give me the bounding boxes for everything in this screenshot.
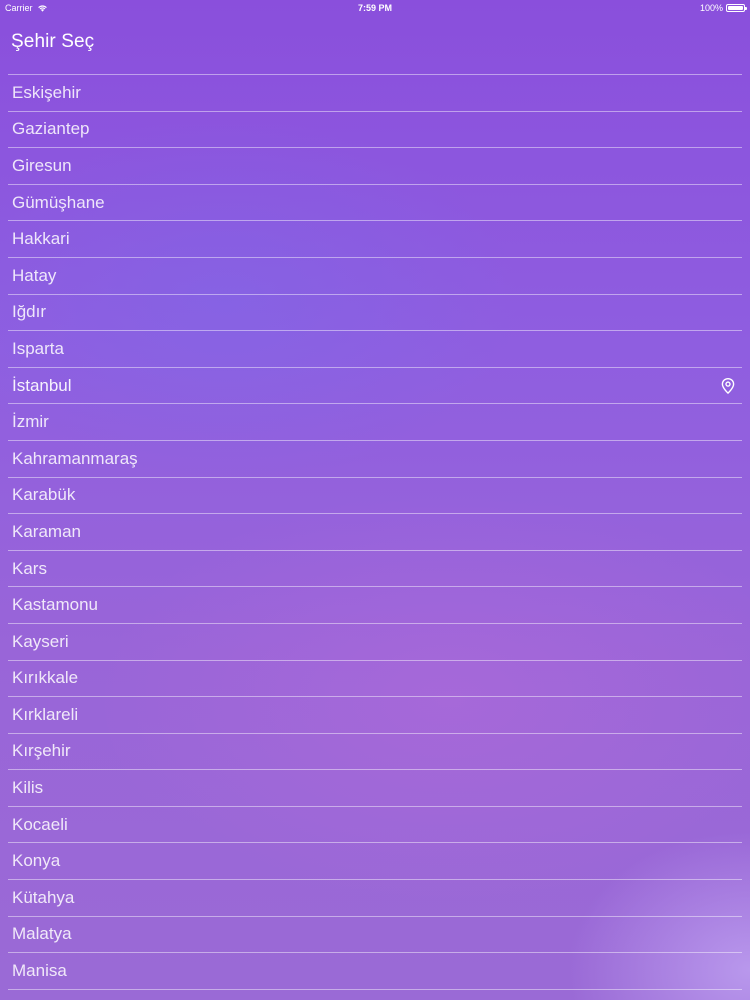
city-row[interactable]: Iğdır [8, 295, 742, 332]
city-row[interactable]: İzmir [8, 404, 742, 441]
city-row[interactable]: Kocaeli [8, 807, 742, 844]
battery-percent: 100% [699, 3, 723, 13]
city-name: Karabük [12, 485, 76, 505]
city-name: Manisa [12, 961, 67, 981]
city-row[interactable]: Kars [8, 551, 742, 588]
status-right: 100% [699, 0, 747, 16]
city-name: Kayseri [12, 631, 69, 651]
city-name: Kocaeli [12, 814, 68, 834]
status-time: 7:59 PM [357, 3, 392, 13]
city-row[interactable]: Kırşehir [8, 734, 742, 771]
city-row[interactable]: Kırıkkale [8, 661, 742, 698]
city-name: Kırklareli [12, 704, 79, 724]
city-row[interactable]: Hatay [8, 258, 742, 295]
city-name: Gümüşhane [12, 192, 105, 212]
city-row[interactable]: İstanbul [8, 368, 742, 405]
battery-icon [726, 4, 747, 12]
status-bar: Carrier 7:59 PM 100% [0, 0, 750, 16]
city-row[interactable]: Eskişehir [8, 75, 742, 112]
city-name: Eskişehir [12, 82, 81, 102]
city-row[interactable]: Kilis [8, 770, 742, 807]
city-name: Kırşehir [12, 741, 71, 761]
city-name: Karaman [12, 521, 81, 541]
city-name: Kilis [12, 778, 44, 798]
location-pin-icon [721, 377, 735, 394]
city-name: Isparta [12, 338, 64, 358]
city-name: Kastamonu [12, 595, 98, 615]
city-row[interactable]: Kütahya [8, 880, 742, 917]
city-row[interactable]: Kayseri [8, 624, 742, 661]
city-row[interactable]: Karaman [8, 514, 742, 551]
city-name: Kütahya [12, 887, 75, 907]
battery-fill [728, 6, 743, 10]
city-row[interactable]: Kırklareli [8, 697, 742, 734]
city-row[interactable]: Kahramanmaraş [8, 441, 742, 478]
city-row[interactable]: Gaziantep [8, 112, 742, 149]
city-name: Giresun [12, 155, 72, 175]
city-row[interactable]: Giresun [8, 148, 742, 185]
city-name: Konya [12, 851, 61, 871]
city-row[interactable]: Isparta [8, 331, 742, 368]
city-row[interactable]: Karabük [8, 478, 742, 515]
city-name: Kırıkkale [12, 668, 79, 688]
page-title: Şehir Seç [11, 31, 95, 52]
city-name: Gaziantep [12, 119, 90, 139]
city-name: Hatay [12, 265, 57, 285]
city-row[interactable]: Gümüşhane [8, 185, 742, 222]
city-list: Eskişehir Gaziantep Giresun Gümüşhane Hakkar… [8, 74, 742, 990]
city-name: İstanbul [12, 375, 72, 395]
city-row[interactable]: Manisa [8, 953, 742, 990]
city-name: Kars [12, 558, 47, 578]
city-row[interactable]: Kastamonu [8, 587, 742, 624]
city-row[interactable]: Hakkari [8, 221, 742, 258]
city-name: Hakkari [12, 229, 70, 249]
city-name: Malatya [12, 924, 72, 944]
city-row[interactable]: Malatya [8, 917, 742, 954]
city-row[interactable]: Konya [8, 843, 742, 881]
city-name: Iğdır [12, 302, 47, 322]
city-name: Kahramanmaraş [12, 448, 138, 468]
city-name: İzmir [12, 412, 49, 432]
